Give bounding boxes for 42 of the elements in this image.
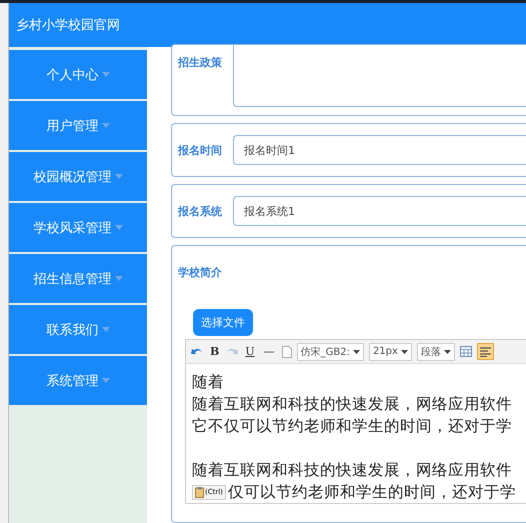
field-label: 学校简介 — [178, 265, 222, 280]
dropdown-arrow-icon — [400, 350, 408, 354]
table-icon[interactable] — [460, 346, 472, 357]
caret-icon — [102, 72, 110, 77]
align-icon — [480, 346, 491, 356]
horizontal-rule-button[interactable]: — — [262, 345, 277, 358]
sidebar-item[interactable]: 系统管理 — [9, 356, 147, 405]
input-field[interactable]: 报名时间1 — [233, 135, 526, 165]
caret-icon — [114, 174, 122, 179]
sidebar-item[interactable]: 联系我们 — [9, 305, 147, 354]
align-button[interactable] — [476, 343, 494, 360]
sidebar-item[interactable]: 学校风采管理 — [9, 203, 147, 252]
editor-text-line: 随着互联网和科技的快速发展，网络应用软件 — [192, 394, 512, 415]
input-field[interactable]: 报名系统1 — [233, 196, 526, 226]
caret-icon — [102, 123, 110, 128]
field-label: 报名系统 — [178, 204, 223, 218]
caret-icon — [114, 225, 122, 230]
sidebar-item[interactable]: 校园概况管理 — [9, 152, 147, 201]
sidebar-item[interactable]: 招生信息管理 — [9, 254, 147, 303]
document-icon[interactable] — [282, 346, 292, 358]
field-label: 报名时间 — [178, 142, 223, 158]
undo-icon[interactable] — [191, 346, 203, 357]
site-title: 乡村小学校园官网 — [16, 17, 120, 34]
underline-button[interactable]: U — [243, 345, 257, 358]
sidebar-item[interactable]: 个人中心 — [9, 50, 147, 99]
editor-text-line: 随着 — [192, 372, 224, 393]
toolbar-select[interactable]: 段落 — [416, 342, 455, 360]
bold-button[interactable]: B — [208, 345, 222, 358]
clipboard-icon — [195, 486, 204, 498]
editor-text-line: 随着互联网和科技的快速发展，网络应用软件 — [192, 460, 512, 481]
field-label: 招生政策 — [178, 55, 223, 70]
dropdown-arrow-icon — [352, 350, 360, 354]
toolbar-select[interactable]: 21px — [368, 342, 412, 360]
caret-icon — [102, 327, 110, 332]
toolbar-select[interactable]: 仿宋_GB2: — [296, 342, 364, 360]
sidebar-item[interactable]: 用户管理 — [9, 101, 147, 150]
editor-text-line: 仅可以节约老师和学生的时间，还对于学 — [228, 482, 516, 503]
choose-file-button[interactable]: 选择文件 — [193, 309, 253, 336]
dropdown-arrow-icon — [444, 350, 451, 354]
caret-icon — [102, 378, 110, 383]
editor-text-line: 它不仅可以节约老师和学生的时间，还对于学 — [192, 416, 512, 437]
caret-icon — [114, 276, 122, 281]
